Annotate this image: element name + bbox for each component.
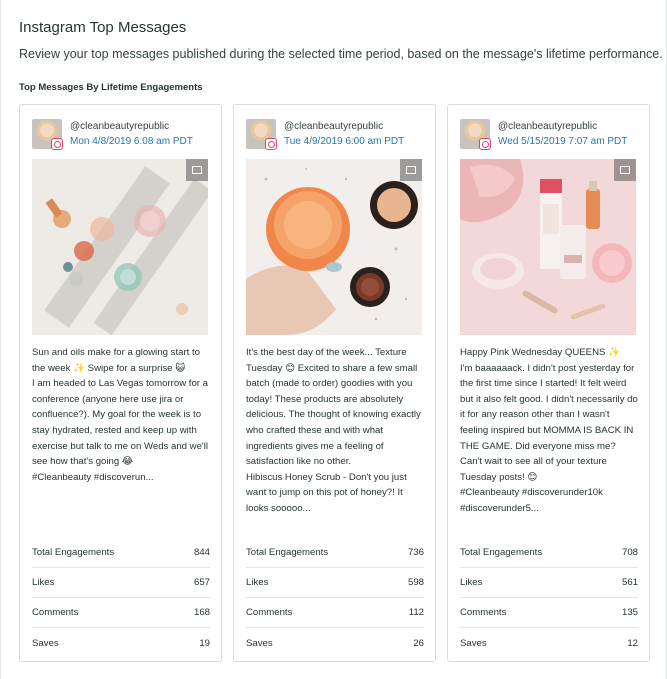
metric-label: Saves [246, 637, 273, 649]
metric-row-saves: Saves 12 [460, 628, 638, 658]
account-handle: @cleanbeautyrepublic [498, 121, 598, 132]
metric-label: Likes [32, 577, 55, 588]
post-image[interactable] [32, 159, 208, 335]
metric-value: 12 [627, 637, 638, 649]
metric-row-likes: Likes 561 [460, 568, 638, 598]
metric-value: 561 [621, 577, 638, 588]
instagram-icon [51, 138, 63, 150]
metric-value: 598 [407, 577, 424, 588]
card-header: @cleanbeautyrepublic Wed 5/15/2019 7:07 … [460, 119, 640, 151]
metric-label: Total Engagements [460, 547, 543, 558]
metric-row-total-engagements: Total Engagements 736 [246, 538, 424, 568]
page-subtitle: Review your top messages published durin… [19, 47, 663, 61]
metric-value: 168 [193, 607, 210, 618]
metric-row-total-engagements: Total Engagements 844 [32, 538, 210, 568]
metric-row-total-engagements: Total Engagements 708 [460, 538, 638, 568]
metric-label: Likes [246, 577, 269, 588]
instagram-top-messages-panel: Instagram Top Messages Review your top m… [0, 0, 667, 679]
carousel-icon [186, 159, 208, 181]
post-date-link[interactable]: Tue 4/9/2019 6:00 am PDT [284, 136, 404, 147]
metric-value: 736 [407, 547, 424, 558]
metric-label: Likes [460, 577, 483, 588]
metric-label: Saves [32, 637, 59, 649]
metric-value: 844 [193, 547, 210, 558]
section-title: Top Messages By Lifetime Engagements [19, 82, 203, 93]
metric-row-saves: Saves 26 [246, 628, 424, 658]
post-caption: It's the best day of the week... Texture… [246, 347, 421, 514]
post-image[interactable] [246, 159, 422, 335]
metrics-table: Total Engagements 844 Likes 657 Comments… [32, 538, 210, 658]
metrics-table: Total Engagements 708 Likes 561 Comments… [460, 538, 638, 658]
card-header: @cleanbeautyrepublic Tue 4/9/2019 6:00 a… [246, 119, 426, 151]
metric-label: Comments [460, 607, 507, 618]
post-caption: Sun and oils make for a glowing start to… [32, 347, 209, 483]
metric-row-likes: Likes 657 [32, 568, 210, 598]
image-icon [614, 159, 636, 181]
metric-label: Total Engagements [246, 547, 329, 558]
message-card[interactable]: @cleanbeautyrepublic Mon 4/8/2019 6:08 a… [19, 104, 222, 662]
metric-label: Comments [246, 607, 293, 618]
metric-value: 657 [193, 577, 210, 588]
page-title: Instagram Top Messages [19, 19, 187, 36]
carousel-icon [400, 159, 422, 181]
metric-label: Saves [460, 637, 487, 649]
metric-value: 708 [621, 547, 638, 558]
metric-value: 135 [621, 607, 638, 618]
message-card[interactable]: @cleanbeautyrepublic Wed 5/15/2019 7:07 … [447, 104, 650, 662]
post-caption: Happy Pink Wednesday QUEENS ✨ I'm baaaaa… [460, 347, 638, 514]
message-card[interactable]: @cleanbeautyrepublic Tue 4/9/2019 6:00 a… [233, 104, 436, 662]
post-image[interactable] [460, 159, 636, 335]
oils-photo-illustration [32, 159, 208, 335]
instagram-icon [479, 138, 491, 150]
metric-label: Total Engagements [32, 547, 115, 558]
account-handle: @cleanbeautyrepublic [70, 121, 170, 132]
instagram-icon [265, 138, 277, 150]
metric-row-comments: Comments 112 [246, 598, 424, 628]
metric-value: 112 [408, 607, 424, 618]
card-header: @cleanbeautyrepublic Mon 4/8/2019 6:08 a… [32, 119, 212, 151]
honey-scrub-photo-illustration [246, 159, 422, 335]
metric-row-saves: Saves 19 [32, 628, 210, 658]
post-date-link[interactable]: Wed 5/15/2019 7:07 am PDT [498, 136, 627, 147]
pink-products-photo-illustration [460, 159, 636, 335]
post-date-link[interactable]: Mon 4/8/2019 6:08 am PDT [70, 136, 193, 147]
metric-row-likes: Likes 598 [246, 568, 424, 598]
metric-label: Comments [32, 607, 79, 618]
metric-row-comments: Comments 135 [460, 598, 638, 628]
metric-value: 26 [413, 637, 424, 649]
metric-value: 19 [199, 637, 210, 649]
account-handle: @cleanbeautyrepublic [284, 121, 384, 132]
metrics-table: Total Engagements 736 Likes 598 Comments… [246, 538, 424, 658]
metric-row-comments: Comments 168 [32, 598, 210, 628]
